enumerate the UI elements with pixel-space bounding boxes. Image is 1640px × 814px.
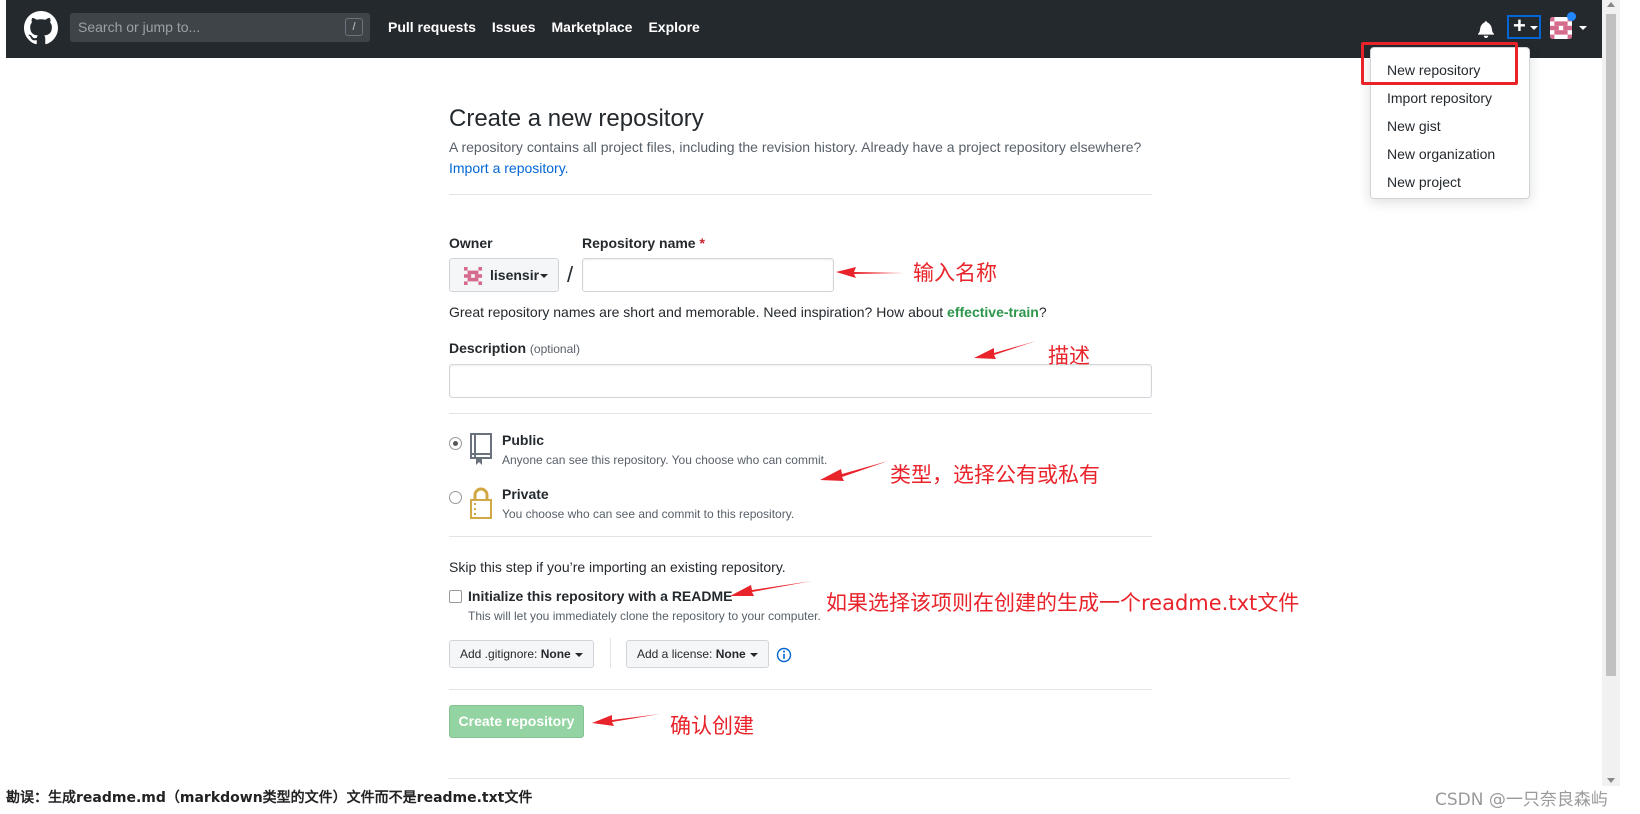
optional-tag: (optional)	[529, 342, 580, 356]
private-title: Private	[502, 486, 549, 502]
search-input[interactable]: Search or jump to... /	[70, 13, 370, 42]
create-new-menu-button[interactable]: +	[1507, 13, 1541, 39]
annotation-arrow	[730, 581, 812, 596]
divider	[449, 689, 1152, 690]
annotation-description: 描述	[1048, 344, 1090, 368]
name-suggestion[interactable]: effective-train	[947, 304, 1039, 320]
menu-item-import-repository[interactable]: Import repository	[1387, 90, 1492, 106]
page-subtitle: A repository contains all project files,…	[449, 139, 1142, 155]
caret-down-icon	[1579, 26, 1587, 30]
annotation-name: 输入名称	[913, 261, 997, 285]
main-nav: Pull requests Issues Marketplace Explore	[388, 19, 700, 35]
public-radio[interactable]	[449, 437, 462, 450]
gitignore-select[interactable]: Add .gitignore: None	[449, 640, 594, 668]
import-repository-link[interactable]: Import a repository.	[449, 160, 569, 176]
readme-note: This will let you immediately clone the …	[468, 609, 821, 623]
hint-suffix: ?	[1038, 304, 1047, 320]
nav-marketplace[interactable]: Marketplace	[552, 19, 633, 35]
vertical-scrollbar[interactable]	[1602, 0, 1620, 786]
scroll-up-arrow-icon[interactable]	[1607, 2, 1615, 7]
user-menu-button[interactable]	[1550, 12, 1590, 41]
license-select[interactable]: Add a license: None	[626, 640, 769, 668]
private-radio[interactable]	[449, 491, 462, 504]
caret-down-icon	[749, 652, 758, 657]
hint-prefix: Great repository names are short and mem…	[449, 304, 944, 320]
page-title: Create a new repository	[449, 105, 704, 132]
skip-step-text: Skip this step if you’re importing an ex…	[449, 559, 786, 575]
watermark: CSDN @一只奈良森屿	[1435, 790, 1608, 810]
license-value: None	[715, 647, 746, 661]
public-note: Anyone can see this repository. You choo…	[502, 453, 828, 467]
annotation-arrow	[974, 341, 1036, 359]
description-input[interactable]	[449, 364, 1152, 398]
gitignore-prefix: Add .gitignore:	[460, 647, 538, 661]
annotation-confirm: 确认创建	[670, 714, 754, 738]
create-repository-button[interactable]: Create repository	[449, 705, 584, 738]
search-placeholder: Search or jump to...	[78, 19, 201, 35]
owner-label: Owner	[449, 235, 493, 251]
scroll-down-arrow-icon[interactable]	[1607, 778, 1615, 783]
required-mark: *	[699, 235, 705, 251]
name-suggestion-hint: Great repository names are short and mem…	[449, 304, 1047, 320]
description-label: Description (optional)	[449, 340, 580, 356]
license-prefix: Add a license:	[637, 647, 713, 661]
footer-divider	[448, 778, 1290, 779]
readme-checkbox[interactable]	[449, 590, 462, 603]
annotation-readme: 如果选择该项则在创建的生成一个readme.txt文件	[826, 591, 1300, 615]
readme-label[interactable]: Initialize this repository with a README	[468, 588, 732, 604]
caret-down-icon	[540, 274, 548, 278]
repository-name-input[interactable]	[582, 258, 834, 292]
select-divider	[610, 638, 611, 668]
annotation-arrow	[836, 267, 904, 278]
scrollbar-thumb[interactable]	[1606, 14, 1616, 676]
menu-item-new-project[interactable]: New project	[1387, 174, 1461, 190]
description-label-text: Description	[449, 340, 527, 356]
github-logo-icon[interactable]	[24, 11, 58, 45]
page: Search or jump to... / Pull requests Iss…	[0, 0, 1640, 814]
notification-dot	[1567, 12, 1576, 21]
info-icon[interactable]	[776, 647, 792, 663]
caret-down-icon	[1530, 26, 1538, 30]
annotation-type: 类型，选择公有或私有	[890, 463, 1100, 487]
repository-name-label-text: Repository name	[582, 235, 696, 251]
repo-book-icon	[470, 433, 492, 465]
owner-avatar	[464, 267, 482, 285]
lock-icon	[470, 487, 492, 519]
divider	[449, 194, 1152, 195]
bell-icon[interactable]	[1478, 20, 1494, 38]
nav-explore[interactable]: Explore	[648, 19, 699, 35]
gitignore-value: None	[540, 647, 571, 661]
owner-select[interactable]: lisensir	[449, 258, 559, 292]
owner-name: lisensir	[490, 267, 540, 283]
annotation-arrow	[820, 461, 888, 481]
annotation-arrow	[592, 714, 660, 726]
erratum-note: 勘误：生成readme.md（markdown类型的文件）文件而不是readme…	[6, 790, 533, 806]
divider	[449, 536, 1152, 537]
public-title: Public	[502, 432, 545, 448]
highlight-box-new-repository	[1361, 42, 1518, 85]
plus-icon: +	[1513, 13, 1526, 38]
repository-name-label: Repository name *	[582, 235, 705, 251]
nav-pull-requests[interactable]: Pull requests	[388, 19, 476, 35]
divider	[449, 413, 1152, 414]
nav-issues[interactable]: Issues	[492, 19, 536, 35]
private-note: You choose who can see and commit to thi…	[502, 507, 795, 521]
owner-repo-separator: /	[567, 262, 574, 287]
menu-item-new-organization[interactable]: New organization	[1387, 146, 1495, 162]
search-shortcut-key: /	[345, 18, 363, 36]
menu-item-new-gist[interactable]: New gist	[1387, 118, 1441, 134]
caret-down-icon	[574, 652, 583, 657]
